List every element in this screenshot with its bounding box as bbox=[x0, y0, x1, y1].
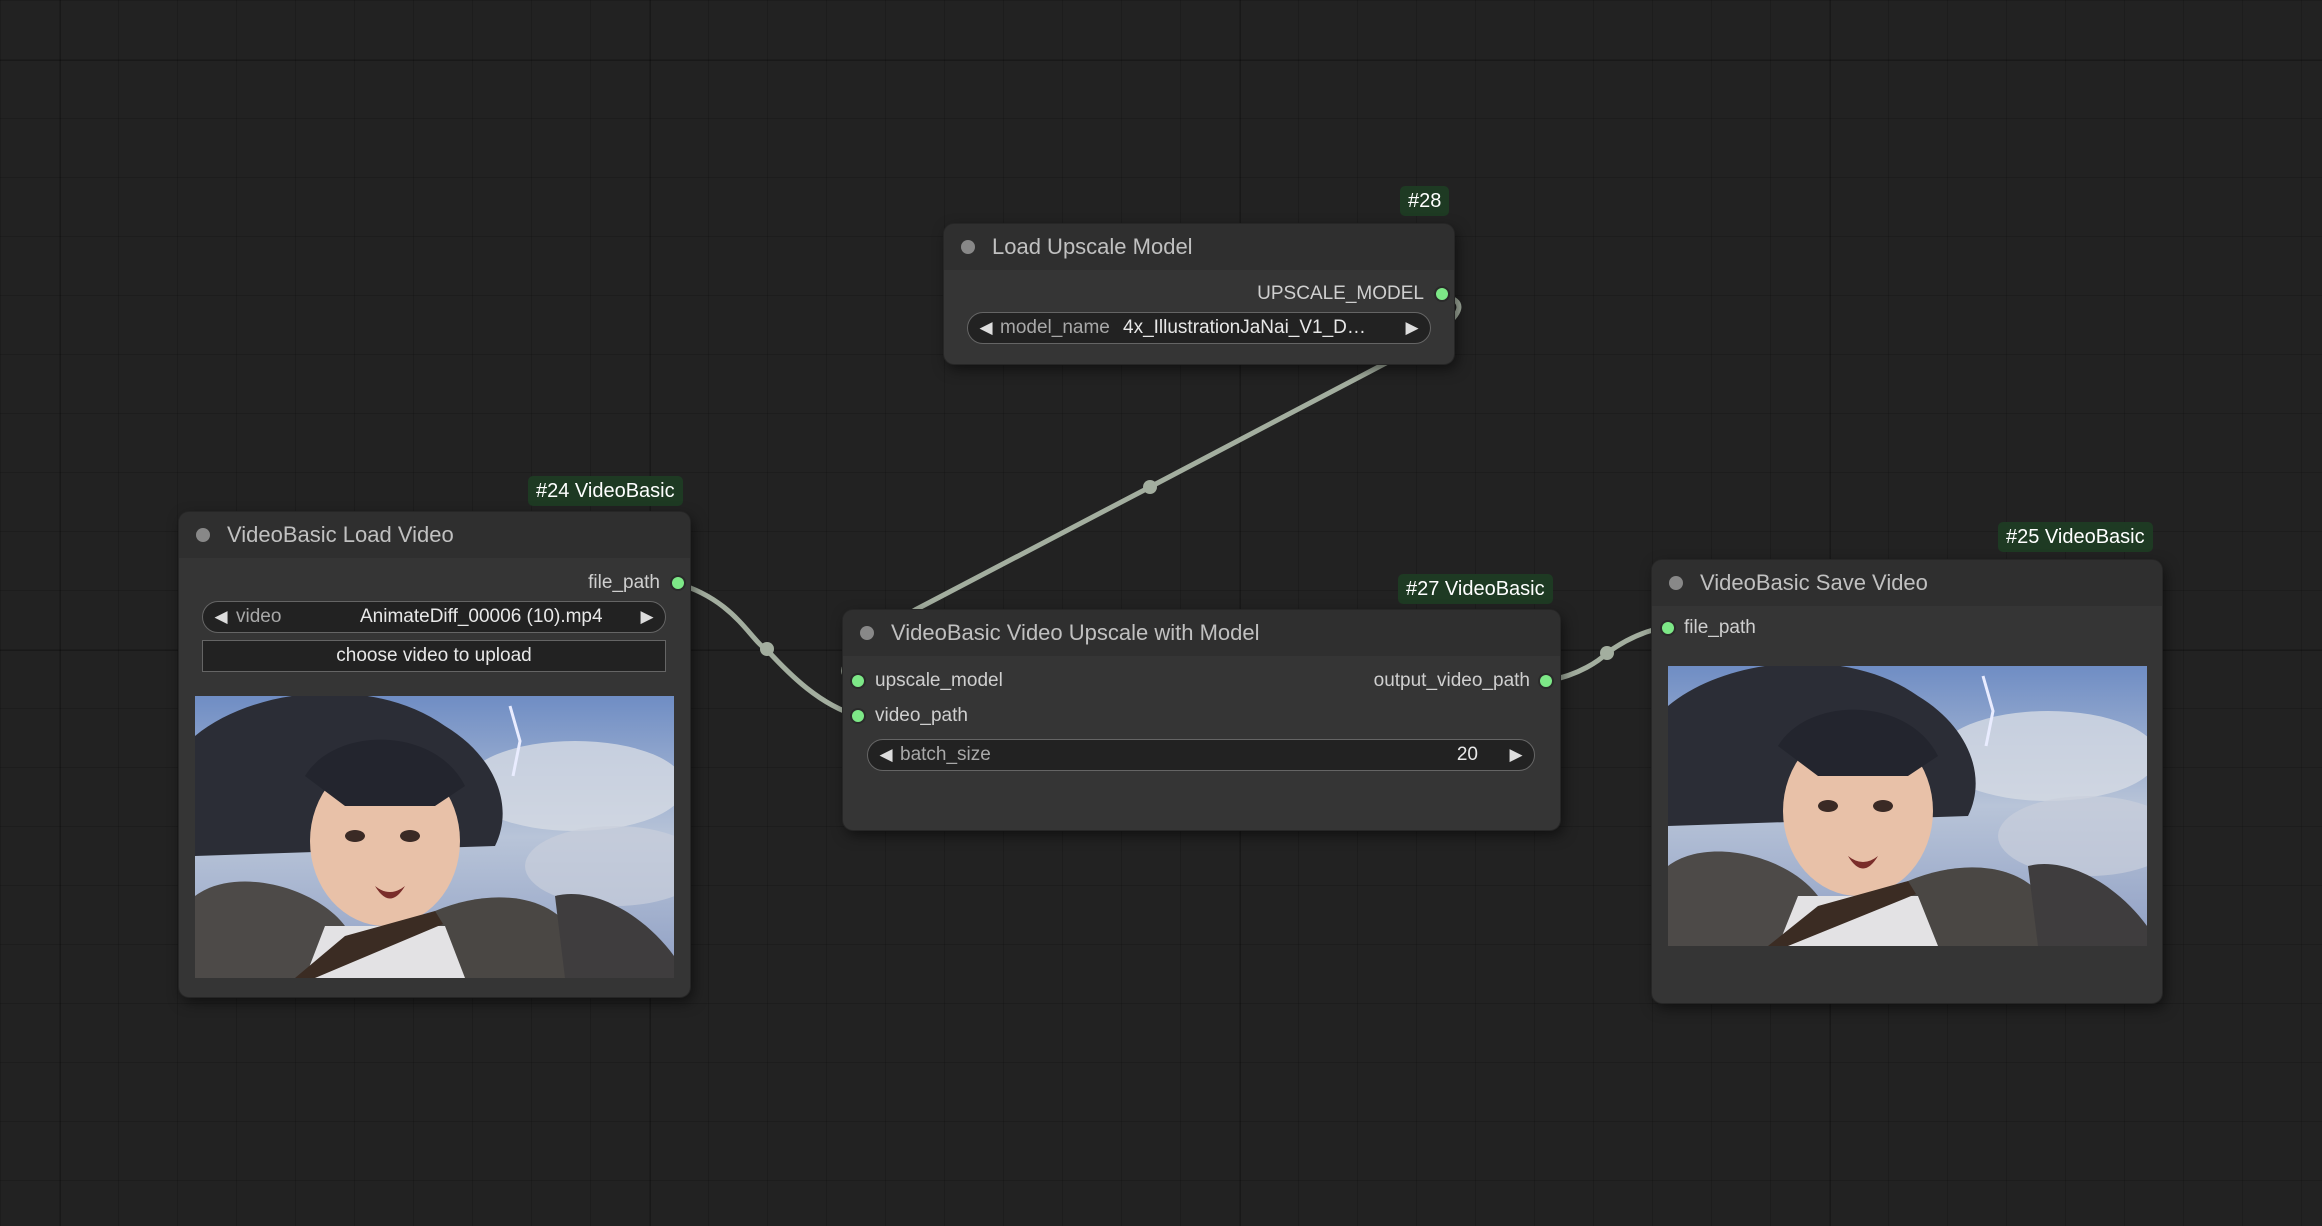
output-slot-label: output_video_path bbox=[1373, 670, 1530, 691]
node-load-upscale-model[interactable]: Load Upscale Model UPSCALE_MODEL ◀ model… bbox=[944, 224, 1454, 364]
collapse-dot-icon[interactable] bbox=[1669, 576, 1683, 590]
node-id-badge: #25 VideoBasic bbox=[1998, 522, 2153, 552]
node-title-text: VideoBasic Video Upscale with Model bbox=[891, 620, 1260, 645]
node-id-badge: #24 VideoBasic bbox=[528, 476, 683, 506]
video-preview bbox=[1668, 666, 2147, 946]
model-name-combo[interactable]: ◀ model_name 4x_IllustrationJaNai_V1_D… … bbox=[967, 312, 1431, 344]
node-title-text: VideoBasic Load Video bbox=[227, 522, 454, 547]
widget-label: video bbox=[236, 606, 282, 627]
node-id-badge: #27 VideoBasic bbox=[1398, 574, 1553, 604]
collapse-dot-icon[interactable] bbox=[961, 240, 975, 254]
widget-label: batch_size bbox=[900, 744, 991, 765]
input-slot-label: file_path bbox=[1684, 617, 1756, 638]
triangle-right-icon[interactable]: ▶ bbox=[1400, 313, 1424, 343]
widget-label: model_name bbox=[1000, 317, 1110, 338]
widget-value: 4x_IllustrationJaNai_V1_D… bbox=[1123, 317, 1366, 338]
video-combo[interactable]: ◀ video AnimateDiff_00006 (10).mp4 ▶ bbox=[202, 601, 666, 633]
input-slot-dot[interactable] bbox=[852, 710, 864, 722]
node-title-text: Load Upscale Model bbox=[992, 234, 1193, 259]
input-slot-dot[interactable] bbox=[852, 675, 864, 687]
output-slot-dot[interactable] bbox=[1436, 288, 1448, 300]
video-preview-frame bbox=[1668, 666, 2147, 946]
output-slot-label: file_path bbox=[588, 572, 660, 593]
video-preview-frame bbox=[195, 696, 674, 978]
node-title[interactable]: Load Upscale Model bbox=[944, 224, 1454, 270]
widget-value: AnimateDiff_00006 (10).mp4 bbox=[360, 606, 603, 627]
output-slot-dot[interactable] bbox=[1540, 675, 1552, 687]
output-slot-label: UPSCALE_MODEL bbox=[1257, 283, 1424, 304]
collapse-dot-icon[interactable] bbox=[196, 528, 210, 542]
node-title[interactable]: VideoBasic Video Upscale with Model bbox=[843, 610, 1560, 656]
node-load-video[interactable]: VideoBasic Load Video file_path ◀ video … bbox=[179, 512, 690, 997]
input-slot-label: video_path bbox=[875, 705, 968, 726]
output-slot-dot[interactable] bbox=[672, 577, 684, 589]
triangle-right-icon[interactable]: ▶ bbox=[635, 602, 659, 632]
collapse-dot-icon[interactable] bbox=[860, 626, 874, 640]
node-title[interactable]: VideoBasic Load Video bbox=[179, 512, 690, 558]
widget-value: 20 bbox=[1456, 744, 1478, 765]
node-title-text: VideoBasic Save Video bbox=[1700, 570, 1928, 595]
video-preview bbox=[195, 696, 674, 978]
triangle-left-icon[interactable]: ◀ bbox=[209, 602, 233, 632]
node-video-upscale-with-model[interactable]: VideoBasic Video Upscale with Model upsc… bbox=[843, 610, 1560, 830]
node-id-badge: #28 bbox=[1400, 186, 1450, 216]
input-slot-dot[interactable] bbox=[1662, 622, 1674, 634]
choose-video-upload-button[interactable]: choose video to upload bbox=[202, 640, 666, 672]
node-title[interactable]: VideoBasic Save Video bbox=[1652, 560, 2162, 606]
batch-size-number[interactable]: ◀ batch_size 20 ▶ bbox=[867, 739, 1535, 771]
input-slot-label: upscale_model bbox=[875, 670, 1003, 691]
node-save-video[interactable]: VideoBasic Save Video file_path bbox=[1652, 560, 2162, 1003]
triangle-right-icon[interactable]: ▶ bbox=[1504, 740, 1528, 770]
triangle-left-icon[interactable]: ◀ bbox=[874, 740, 898, 770]
triangle-left-icon[interactable]: ◀ bbox=[974, 313, 998, 343]
